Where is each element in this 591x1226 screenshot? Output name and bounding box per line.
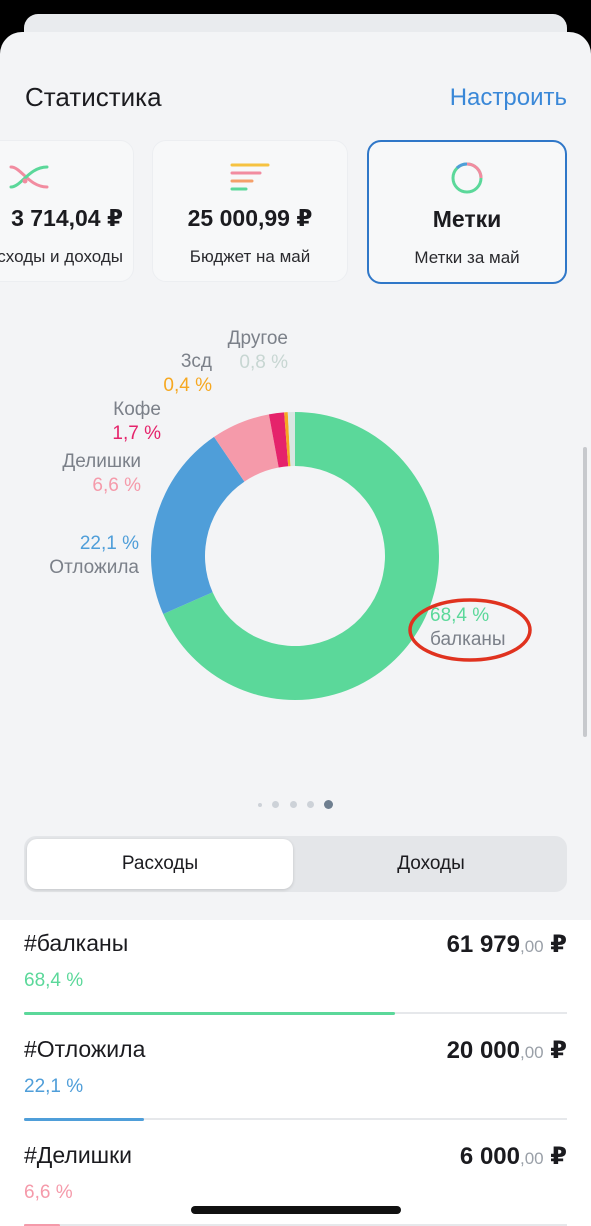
configure-button[interactable]: Настроить <box>450 84 567 112</box>
progress-fill <box>24 1118 144 1121</box>
slice-name: Кофе <box>113 399 161 420</box>
slice-label-kofe: Кофе 1,7 % <box>112 398 161 446</box>
page-title: Статистика <box>25 82 162 112</box>
tags-donut-chart: 68,4 % балканы 22,1 % Отложила Делишки 6… <box>0 302 591 742</box>
ring-chart-icon <box>451 162 483 194</box>
tag-percent: 22,1 % <box>24 1076 84 1097</box>
slice-name: Другое <box>227 328 288 349</box>
slice-name: Делишки <box>62 451 141 472</box>
card-subtitle: Метки за май <box>414 248 520 267</box>
tag-percent: 6,6 % <box>24 1182 73 1203</box>
page-indicator[interactable] <box>0 796 591 814</box>
page-dot[interactable] <box>306 801 314 809</box>
slice-name: балканы <box>430 629 506 650</box>
slice-percent: 1,7 % <box>112 423 161 444</box>
statistics-sheet: Статистика Настроить 3 714,04 ₽ Расходы … <box>0 32 591 1226</box>
card-amount: 25 000,99 ₽ <box>187 205 313 231</box>
donut-svg <box>151 412 532 700</box>
slice-label-3sd: 3сд 0,4 % <box>163 350 212 398</box>
budget-lines-icon <box>230 163 270 191</box>
slice-label-otlozhila: 22,1 % Отложила <box>49 532 139 580</box>
slice-percent: 68,4 % <box>430 605 490 626</box>
tag-name: #Отложила <box>24 1036 146 1062</box>
page-dot[interactable] <box>289 801 297 809</box>
segment-income[interactable]: Доходы <box>298 839 564 889</box>
tag-percent: 68,4 % <box>24 970 84 991</box>
progress-fill <box>24 1012 396 1015</box>
tags-list: #балканы 68,4 % 61 979,00 ₽ #Отложила 22… <box>0 920 591 1226</box>
card-income-expense[interactable]: 3 714,04 ₽ Расходы и доходы <box>0 140 134 282</box>
tag-amount: 6 000,00 ₽ <box>459 1143 567 1170</box>
slice-label-drugoe: Другое 0,8 % <box>228 327 288 375</box>
page-dot[interactable] <box>257 802 262 807</box>
tag-amount: 20 000,00 ₽ <box>446 1037 567 1064</box>
slice-name: 3сд <box>180 351 212 372</box>
card-budget[interactable]: 25 000,99 ₽ Бюджет на май <box>152 140 348 282</box>
segment-expenses[interactable]: Расходы <box>27 839 293 889</box>
card-amount: Метки <box>432 206 502 232</box>
card-subtitle: Расходы и доходы <box>0 247 123 266</box>
page-dot[interactable] <box>272 801 280 809</box>
slice-percent: 6,6 % <box>92 475 141 496</box>
tag-amount: 61 979,00 ₽ <box>446 931 567 958</box>
donut-slice[interactable] <box>151 436 245 615</box>
flow-chart-icon <box>9 165 49 189</box>
list-item[interactable]: #балканы 68,4 % 61 979,00 ₽ <box>0 920 591 1026</box>
card-amount: 3 714,04 ₽ <box>11 205 123 231</box>
card-subtitle: Бюджет на май <box>189 247 311 266</box>
progress-track <box>24 1012 567 1015</box>
card-tags[interactable]: Метки Метки за май <box>367 140 567 284</box>
list-item[interactable]: #Отложила 22,1 % 20 000,00 ₽ <box>0 1026 591 1132</box>
stat-cards-carousel[interactable]: 3 714,04 ₽ Расходы и доходы 25 000,99 ₽ … <box>0 140 591 286</box>
progress-track <box>24 1118 567 1121</box>
slice-label-balkany: 68,4 % балканы <box>430 604 506 652</box>
expense-income-toggle[interactable]: Расходы Доходы <box>24 836 567 892</box>
page-dot-active[interactable] <box>324 800 334 810</box>
scrollbar[interactable] <box>583 447 587 737</box>
slice-name: Отложила <box>49 557 139 578</box>
tag-name: #Делишки <box>24 1142 133 1168</box>
slice-label-delishki: Делишки 6,6 % <box>62 450 141 498</box>
slice-percent: 0,8 % <box>239 352 288 373</box>
home-indicator[interactable] <box>191 1206 401 1214</box>
slice-percent: 22,1 % <box>79 533 139 554</box>
tag-name: #балканы <box>24 930 129 956</box>
slice-percent: 0,4 % <box>163 375 212 396</box>
